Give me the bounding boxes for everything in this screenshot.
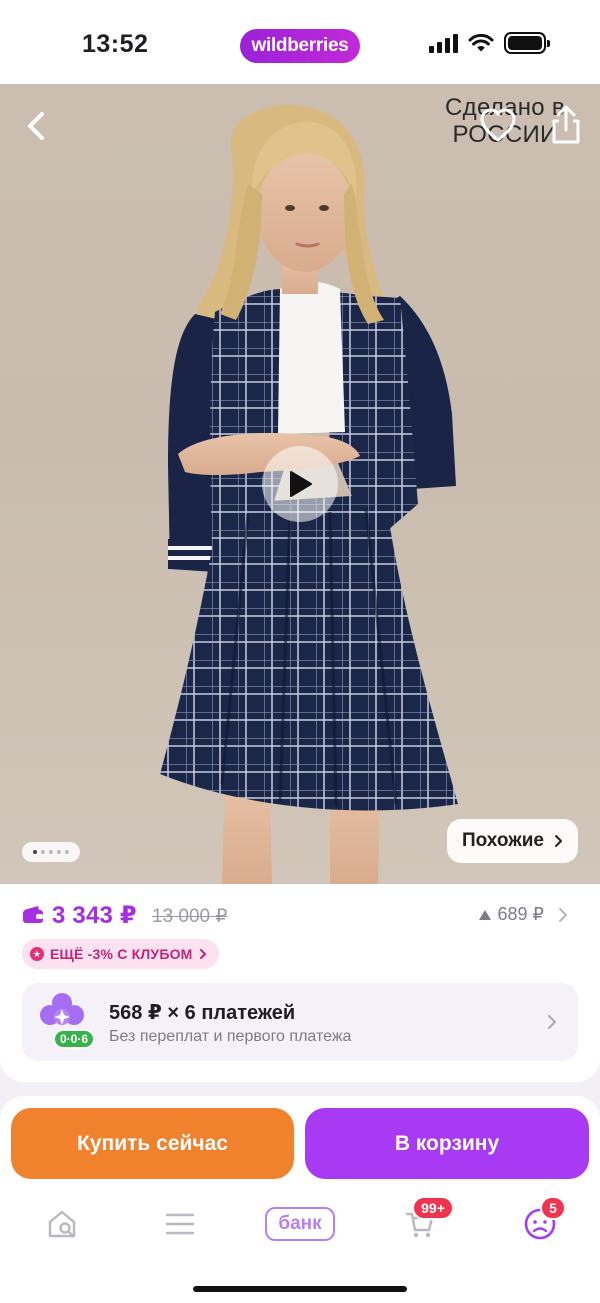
cart-count-badge: 99+ (412, 1196, 454, 1220)
pagination-dot (57, 850, 61, 854)
bottom-action-bar: Купить сейчас В корзину банк 99+ 5 (0, 1096, 600, 1303)
brand-logo: wildberries (240, 29, 360, 63)
play-icon (290, 471, 312, 497)
price-card: 3 343 ₽ 13 000 ₽ 689 ₽ ★ ЕЩЁ -3% С КЛУБО… (0, 884, 600, 1082)
carousel-pagination (22, 842, 80, 862)
tab-bank[interactable]: банк (264, 1202, 336, 1246)
profile-notification-badge: 5 (540, 1196, 566, 1220)
current-price: 3 343 ₽ (52, 902, 137, 929)
signal-icon (429, 33, 458, 53)
product-image-carousel[interactable]: Сделано в РОССИИ Похожие (0, 84, 600, 884)
home-indicator (193, 1286, 407, 1292)
price-history-value: 689 ₽ (497, 904, 545, 924)
installment-plan[interactable]: 0·0·6 568 ₽ × 6 платежей Без переплат и … (22, 983, 578, 1061)
installment-tag: 0·0·6 (53, 1029, 95, 1049)
battery-icon (504, 32, 550, 54)
wallet-icon (23, 906, 43, 923)
club-offer-label: ЕЩЁ -3% С КЛУБОМ (50, 946, 193, 962)
chevron-right-icon (199, 949, 206, 959)
add-to-cart-button[interactable]: В корзину (305, 1108, 589, 1179)
chevron-right-icon (548, 1015, 556, 1029)
tab-catalog[interactable] (158, 1202, 202, 1246)
triangle-up-icon (478, 909, 491, 920)
status-icons (429, 32, 550, 54)
tab-home[interactable] (40, 1202, 84, 1246)
installment-title: 568 ₽ × 6 платежей (109, 1002, 296, 1024)
play-video-button[interactable] (262, 446, 338, 522)
status-bar: 13:52 wildberries (0, 0, 600, 84)
catalog-icon (165, 1213, 195, 1235)
home-icon (48, 1210, 76, 1238)
pagination-dot (49, 850, 53, 854)
similar-label: Похожие (462, 830, 544, 851)
chevron-right-icon (559, 907, 567, 922)
installment-subtitle: Без переплат и первого платежа (109, 1028, 352, 1045)
star-icon: ★ (30, 947, 44, 961)
price-history-link[interactable]: 689 ₽ (478, 904, 569, 925)
status-time: 13:52 (82, 30, 149, 58)
club-discount-badge[interactable]: ★ ЕЩЁ -3% С КЛУБОМ (22, 939, 219, 969)
heart-icon[interactable] (478, 106, 518, 146)
old-price: 13 000 ₽ (152, 906, 228, 927)
pagination-dot (33, 850, 37, 854)
back-icon[interactable] (18, 106, 58, 146)
pagination-dot (41, 850, 45, 854)
pagination-dot (65, 850, 69, 854)
buy-now-button[interactable]: Купить сейчас (11, 1108, 294, 1179)
bank-icon: банк (265, 1207, 335, 1241)
wifi-icon (468, 33, 494, 52)
similar-products-button[interactable]: Похожие (447, 819, 578, 863)
share-icon[interactable] (546, 104, 586, 146)
chevron-right-icon (554, 835, 562, 847)
